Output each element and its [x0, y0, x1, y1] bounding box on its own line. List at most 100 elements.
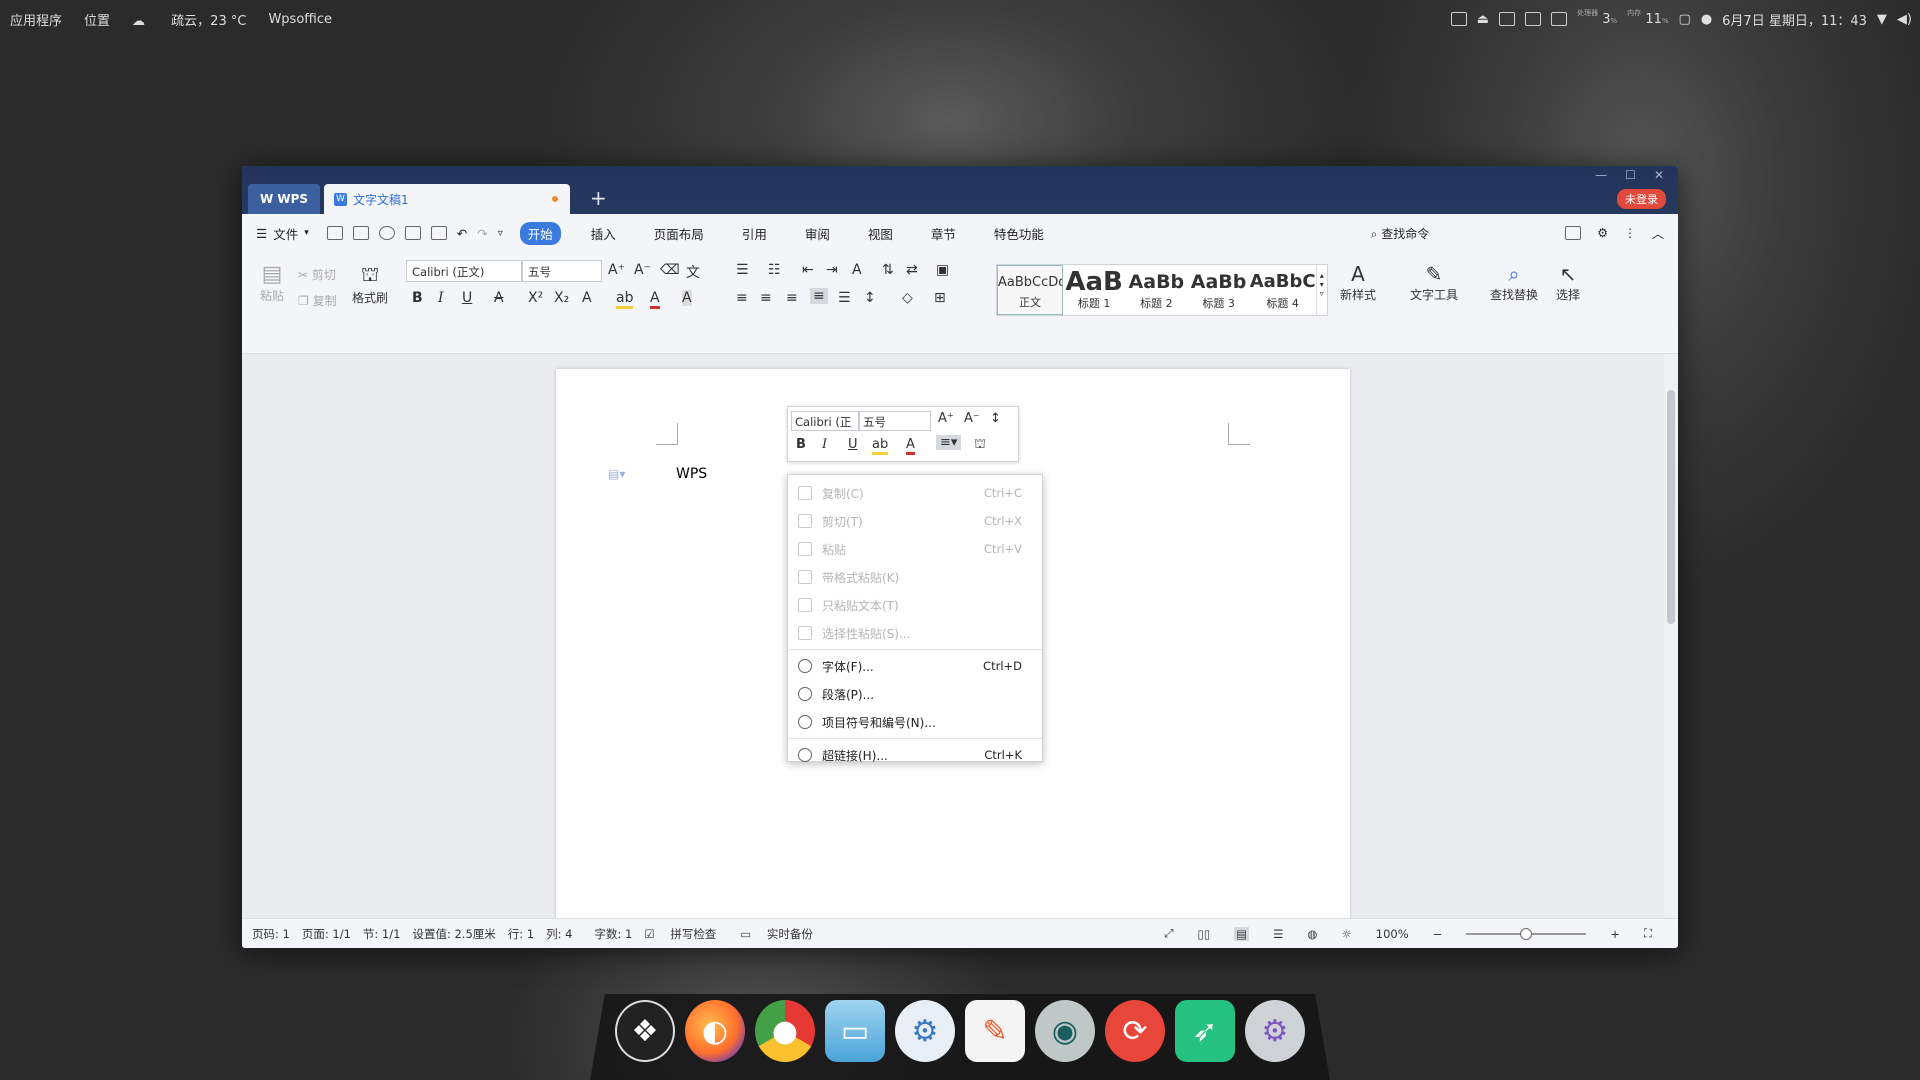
- float-underline-icon[interactable]: U: [848, 437, 858, 452]
- table-border-icon[interactable]: ▣: [936, 262, 949, 278]
- clear-format-icon[interactable]: ⌫: [660, 262, 680, 278]
- two-page-view-icon[interactable]: ▯▯: [1198, 927, 1211, 941]
- tab-page-layout[interactable]: 页面布局: [646, 222, 712, 245]
- scroll-thumb[interactable]: [1667, 390, 1675, 624]
- numbering-icon[interactable]: ☷: [768, 262, 781, 278]
- save-icon[interactable]: [352, 226, 369, 240]
- bullets-icon[interactable]: ☰: [736, 262, 749, 278]
- zoom-select[interactable]: 100%: [1376, 927, 1409, 941]
- show-marks-icon[interactable]: ⇄: [906, 262, 918, 278]
- wifi-icon[interactable]: ▼: [1877, 12, 1887, 27]
- menu-item-copy[interactable]: 复制(C) Ctrl+C: [788, 479, 1042, 507]
- fit-window-icon[interactable]: ⛶: [1644, 926, 1652, 941]
- minimize-icon[interactable]: —: [1595, 168, 1607, 182]
- new-style-button[interactable]: A 新样式: [1340, 262, 1376, 303]
- settings-icon[interactable]: ⚙: [895, 1000, 955, 1062]
- paragraph-handle-icon[interactable]: ▤▾: [608, 467, 625, 481]
- style-normal[interactable]: AaBbCcDd 正文: [997, 265, 1063, 315]
- line-spacing-icon[interactable]: ↕: [864, 290, 876, 306]
- screen-recorder-icon[interactable]: ◉: [1035, 1000, 1095, 1062]
- tab-review[interactable]: 审阅: [797, 222, 838, 245]
- find-replace-button[interactable]: ⌕ 查找替换: [1490, 262, 1538, 303]
- open-icon[interactable]: [326, 226, 343, 240]
- style-scroll-icon[interactable]: ▴ ▾ ▿: [1315, 265, 1327, 315]
- document-tab[interactable]: W 文字文稿1: [324, 184, 570, 214]
- spell-check-button[interactable]: ☑ 拼写检查: [644, 926, 728, 942]
- applications-menu[interactable]: 应用程序: [10, 10, 62, 29]
- vertical-scrollbar[interactable]: [1664, 354, 1678, 928]
- login-button[interactable]: 未登录: [1617, 189, 1666, 209]
- underline-icon[interactable]: U: [462, 290, 472, 306]
- menu-item-font[interactable]: 字体(F)... Ctrl+D: [788, 652, 1042, 680]
- wps-home-tab[interactable]: W WPS: [248, 184, 320, 214]
- highlight-icon[interactable]: ab: [616, 290, 634, 309]
- new-tab-button[interactable]: +: [590, 184, 607, 214]
- text-editor-icon[interactable]: ✎: [965, 1000, 1025, 1062]
- italic-icon[interactable]: I: [438, 290, 444, 306]
- outline-view-icon[interactable]: ☰: [1273, 927, 1283, 941]
- print-icon[interactable]: [404, 226, 421, 240]
- borders-icon[interactable]: ⊞: [934, 290, 946, 306]
- font-size-select[interactable]: 五号: [522, 260, 602, 282]
- workspace-1-icon[interactable]: [1499, 12, 1516, 26]
- active-app-name[interactable]: Wpsoffice: [268, 12, 332, 27]
- disk-utility-icon[interactable]: ⚙: [1245, 1000, 1305, 1062]
- print-preview-icon[interactable]: [430, 226, 447, 240]
- distribute-icon[interactable]: ☰: [838, 290, 851, 306]
- bold-icon[interactable]: B: [412, 290, 423, 306]
- zoom-in-icon[interactable]: +: [1610, 927, 1620, 941]
- maximize-icon[interactable]: ☐: [1625, 168, 1636, 182]
- weather-indicator[interactable]: ☁ 疏云，23 °C: [132, 10, 246, 29]
- redo-icon[interactable]: ↷: [477, 226, 487, 241]
- align-left-icon[interactable]: ≡: [736, 290, 748, 306]
- menu-item-bullets-numbering[interactable]: 项目符号和编号(N)...: [788, 708, 1042, 736]
- float-line-spacing-icon[interactable]: ↕: [990, 411, 1001, 426]
- menu-item-paste-special[interactable]: 选择性粘贴(S)...: [788, 619, 1042, 647]
- shading-icon[interactable]: ◇: [902, 290, 913, 306]
- tab-view[interactable]: 视图: [860, 222, 901, 245]
- style-heading-3[interactable]: AaBb 标题 3: [1187, 265, 1249, 315]
- decrease-indent-icon[interactable]: ⇤: [802, 262, 814, 278]
- copy-button[interactable]: ❐ 复制: [298, 292, 337, 309]
- float-align-icon[interactable]: ≡▾: [936, 435, 962, 450]
- menu-item-cut[interactable]: 剪切(T) Ctrl+X: [788, 507, 1042, 535]
- font-color-icon[interactable]: A: [650, 290, 660, 309]
- tab-chapter[interactable]: 章节: [923, 222, 964, 245]
- float-size-select[interactable]: 五号: [859, 411, 931, 431]
- system-monitor-icon[interactable]: [1551, 12, 1568, 26]
- chrome-icon[interactable]: ●: [755, 1000, 815, 1062]
- launcher-rocket-icon[interactable]: ➶: [1175, 1000, 1235, 1062]
- status-words[interactable]: 字数: 1: [595, 926, 633, 942]
- align-right-icon[interactable]: ≡: [786, 290, 798, 306]
- collapse-ribbon-icon[interactable]: ︿: [1652, 225, 1664, 242]
- align-center-icon[interactable]: ≡: [760, 290, 772, 306]
- style-heading-1[interactable]: AaB 标题 1: [1063, 265, 1125, 315]
- tray-app-icon[interactable]: ●: [1701, 12, 1712, 27]
- text-effect-icon[interactable]: A: [582, 290, 592, 306]
- firefox-icon[interactable]: ◐: [685, 1000, 745, 1062]
- status-pages[interactable]: 页面: 1/1: [302, 926, 351, 942]
- datetime[interactable]: 6月7日 星期日，11：43: [1722, 10, 1867, 29]
- tab-features[interactable]: 特色功能: [986, 222, 1052, 245]
- layout-icon[interactable]: [1565, 226, 1582, 240]
- file-manager-icon[interactable]: ▭: [825, 1000, 885, 1062]
- format-painter-button[interactable]: ⛫ 格式刷: [352, 262, 388, 306]
- float-highlight-icon[interactable]: ab: [872, 437, 889, 455]
- zoom-out-icon[interactable]: −: [1433, 927, 1443, 941]
- menu-item-paste[interactable]: 粘贴 Ctrl+V: [788, 535, 1042, 563]
- justify-icon[interactable]: ≡: [810, 288, 828, 304]
- tab-references[interactable]: 引用: [734, 222, 775, 245]
- float-font-select[interactable]: Calibri (正: [791, 411, 859, 431]
- char-shading-icon[interactable]: A: [682, 290, 692, 306]
- float-shrink-font-icon[interactable]: A⁻: [964, 411, 980, 426]
- float-format-painter-icon[interactable]: ⛫: [974, 437, 986, 454]
- menu-item-paragraph[interactable]: 段落(P)...: [788, 680, 1042, 708]
- places-menu[interactable]: 位置: [84, 10, 110, 29]
- export-icon[interactable]: [378, 226, 395, 240]
- shrink-font-icon[interactable]: A⁻: [634, 262, 651, 278]
- float-grow-font-icon[interactable]: A⁺: [938, 411, 954, 426]
- zoom-slider-knob[interactable]: [1520, 927, 1533, 940]
- cut-button[interactable]: ✂ 剪切: [298, 266, 336, 283]
- more-icon[interactable]: ⋮: [1624, 226, 1636, 240]
- web-view-icon[interactable]: ◍: [1307, 927, 1317, 941]
